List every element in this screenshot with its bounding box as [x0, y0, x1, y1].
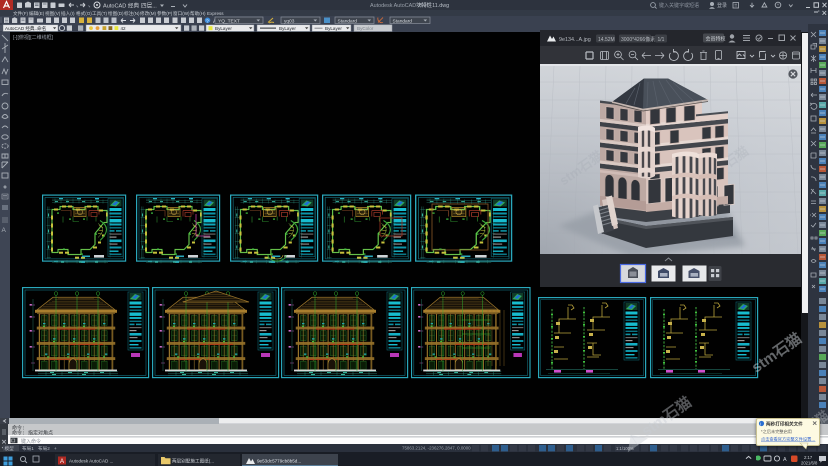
svg-text:2021/6/8: 2021/6/8 — [801, 460, 818, 465]
svg-text:会员特权: 会员特权 — [706, 35, 726, 42]
svg-text:*之后未完整启用: *之后未完整启用 — [761, 428, 792, 435]
svg-text:3000*4266像素: 3000*4266像素 — [621, 36, 655, 43]
svg-text:A: A — [60, 459, 64, 465]
svg-text:布局1: 布局1 — [22, 445, 34, 452]
svg-text:i: i — [760, 422, 761, 427]
svg-text:2:17: 2:17 — [804, 455, 813, 460]
svg-text:命令: 指定对角点: 命令: 指定对角点 — [12, 430, 53, 437]
svg-text:布局2: 布局2 — [38, 445, 50, 452]
svg-text:点击查看官方完整文件设置…: 点击查看官方完整文件设置… — [761, 436, 815, 443]
svg-text:模型: 模型 — [5, 445, 15, 452]
svg-text:+: + — [54, 446, 57, 451]
svg-text:75863.2124, -236276.2847, 0.00: 75863.2124, -236276.2847, 0.0000 — [402, 446, 471, 451]
svg-text:A: A — [2, 227, 7, 234]
svg-text:两秒打印相关文件: 两秒打印相关文件 — [766, 421, 803, 428]
svg-text:Autodesk AutoCAD ...: Autodesk AutoCAD ... — [69, 458, 113, 463]
svg-text:A: A — [783, 457, 787, 463]
svg-text:9e53dc5779cb8b5d...: 9e53dc5779cb8b5d... — [257, 458, 301, 463]
svg-text:键入命令: 键入命令 — [21, 438, 41, 445]
svg-text:9e134...A.jpg: 9e134...A.jpg — [559, 37, 591, 43]
svg-text:1/1: 1/1 — [658, 37, 665, 43]
svg-text:14.52M: 14.52M — [598, 37, 615, 43]
svg-text:两层别墅施工图纸(...: 两层别墅施工图纸(... — [172, 457, 214, 464]
